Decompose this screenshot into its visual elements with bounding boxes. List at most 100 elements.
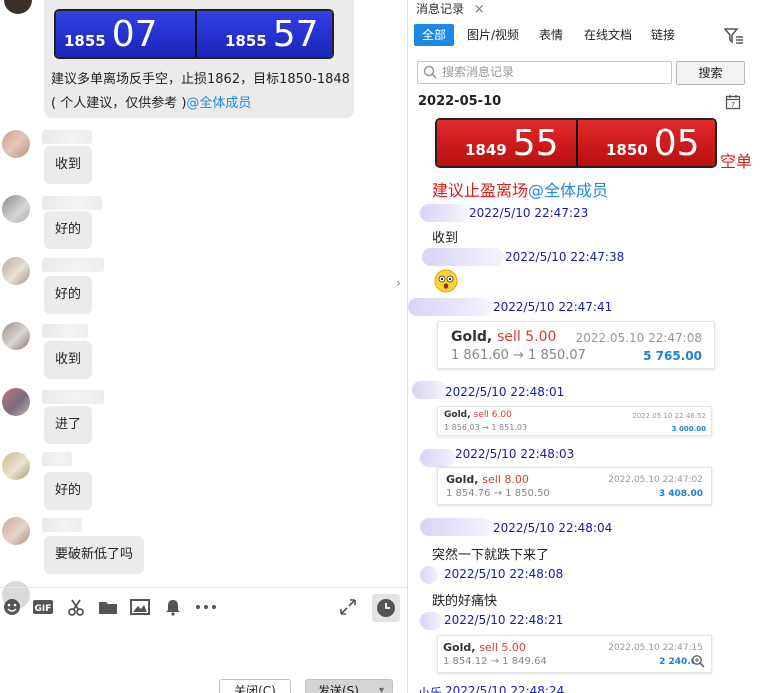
trade-asset: Gold, sell 5.00 [443,641,526,654]
message-timestamp: 2022/5/10 22:48:24 [445,684,565,693]
history-search-input[interactable]: 搜索消息记录 [417,61,672,84]
gif-icon[interactable]: GIF [32,598,54,618]
close-button[interactable]: 关闭(C) [219,679,291,693]
avatar[interactable] [2,322,30,350]
ticker-ask-big-figure: 1850 [606,141,648,159]
message-timestamp: 2022/5/10 22:47:23 [469,206,589,220]
filter-stickers[interactable]: 表情 [539,24,563,46]
avatar[interactable] [2,195,30,223]
trade-profit: 5 765.00 [643,349,702,363]
trade-date: 2022.05.10 22:47:02 [608,475,703,485]
more-icon[interactable] [194,598,218,618]
ticker-ask-pips: 05 [653,123,700,164]
zoom-in-icon[interactable] [691,654,705,668]
ticker-ask: 1850 05 [578,120,715,166]
mention-all[interactable]: @全体成员 [528,181,608,200]
ticker-bid-big-figure: 1855 [64,32,106,50]
ticker-ask-pips: 57 [272,14,319,55]
avatar[interactable] [2,257,30,285]
filter-online-docs[interactable]: 在线文档 [584,24,632,46]
ticker-ask-big-figure: 1855 [225,32,267,50]
sender-name [420,518,492,536]
trade-card[interactable]: Gold, sell 5.00 2022.05.10 22:47:08 1 86… [437,321,715,369]
svg-text:GIF: GIF [35,604,52,614]
sender-name [42,518,82,532]
send-button[interactable]: 发送(S) ▾ [305,679,393,693]
history-date: 2022-05-10 [418,94,502,109]
image-icon[interactable] [130,598,150,618]
trade-card[interactable]: Gold, sell 6.00 2022.05.10 22:46:52 1 85… [437,406,712,436]
message-history-panel: 消息记录 × 全部 图片/视频 表情 在线文档 链接 搜索消息记录 搜索 202… [407,0,760,693]
ticker-bid: 1855 07 [56,11,195,57]
filter-all[interactable]: 全部 [414,24,455,46]
ticker-bid-pips: 07 [111,14,158,55]
avatar[interactable] [2,388,30,416]
trade-card[interactable]: Gold, sell 8.00 2022.05.10 22:47:02 1 85… [437,467,712,505]
filter-settings-icon[interactable] [723,27,744,45]
avatar[interactable] [2,517,30,545]
emoji-icon[interactable] [2,598,22,618]
sender-name [42,130,92,144]
close-tab-icon[interactable]: × [474,2,485,17]
message-timestamp: 2022/5/10 22:47:41 [493,300,613,314]
bell-icon[interactable] [163,598,183,618]
disclaimer-text: ( 个人建议，仅供参考 ) [51,96,187,111]
message-input[interactable]: 关闭(C) 发送(S) ▾ [0,627,407,693]
message-timestamp: 2022/5/10 22:48:08 [444,567,564,581]
avatar[interactable] [2,452,30,480]
sender-name [420,204,468,222]
chevron-right-icon[interactable]: › [396,276,406,296]
calendar-icon[interactable]: 7 [725,94,741,110]
folder-icon[interactable] [98,598,118,618]
trade-asset-name: Gold, [451,329,493,345]
short-position-label: 空单 [720,152,753,171]
avatar[interactable] [4,0,32,14]
message-bubble: 收到 [44,146,93,184]
trade-card[interactable]: Gold, sell 5.00 2022.05.10 22:47:15 1 85… [437,635,712,673]
send-options-chevron-icon[interactable]: ▾ [379,680,384,693]
svg-text:7: 7 [731,101,735,109]
filter-links[interactable]: 链接 [651,24,675,46]
message-timestamp: 2022/5/10 22:48:01 [445,385,565,399]
expand-icon[interactable] [338,598,358,618]
trade-date: 2022.05.10 22:47:15 [608,643,703,653]
message-timestamp: 2022/5/10 22:48:21 [444,613,564,627]
trade-asset-name: Gold, [444,410,471,420]
sender-name [420,566,438,584]
ticker-bid: 1849 55 [437,120,576,166]
search-button[interactable]: 搜索 [676,61,745,85]
price-ticker: 1855 07 1855 57 [54,9,334,59]
signal-text: 建议多单离场反手空，止损1862，目标1850-1848 [51,72,350,87]
message-bubble: 好的 [44,211,93,249]
sender-name [422,248,504,266]
history-tab[interactable]: 消息记录 × [408,0,485,17]
price-ticker: 1849 55 1850 05 [435,118,717,168]
sender-name [42,258,104,272]
message-timestamp: 2022/5/10 22:48:04 [493,521,613,535]
trade-price-range: 1 854.12 → 1 849.64 [443,656,547,667]
filter-media[interactable]: 图片/视频 [467,24,519,46]
sender-name [420,449,456,467]
trade-asset-name: Gold, [443,641,476,654]
advice-main: 建议止盈离场 [432,181,529,200]
message-bubble: 收到 [44,341,93,379]
history-tab-label: 消息记录 [416,2,465,16]
chat-toolbar: GIF [0,587,407,627]
sender-name [408,298,492,316]
trade-asset: Gold, sell 8.00 [446,473,529,486]
sender-name: 小乐 [418,686,443,693]
trade-price-range: 1 856.03 → 1 851.03 [444,423,528,432]
trade-asset: Gold, sell 5.00 [451,329,556,345]
screenshot-scissors-icon[interactable] [66,598,86,618]
trade-price-range: 1 854.76 → 1 850.50 [446,488,550,499]
ticker-ask: 1855 57 [197,11,332,57]
avatar[interactable] [2,130,30,158]
message-bubble: 好的 [44,276,93,314]
trade-side: sell 6.00 [473,410,512,420]
message-timestamp: 2022/5/10 22:48:03 [455,447,575,461]
trade-asset: Gold, sell 6.00 [444,410,512,420]
mention-all[interactable]: @全体成员 [186,96,251,111]
history-clock-icon[interactable] [372,594,400,622]
message-bubble: 要破新低了吗 [44,536,145,574]
shocked-emoji-icon [434,269,458,293]
